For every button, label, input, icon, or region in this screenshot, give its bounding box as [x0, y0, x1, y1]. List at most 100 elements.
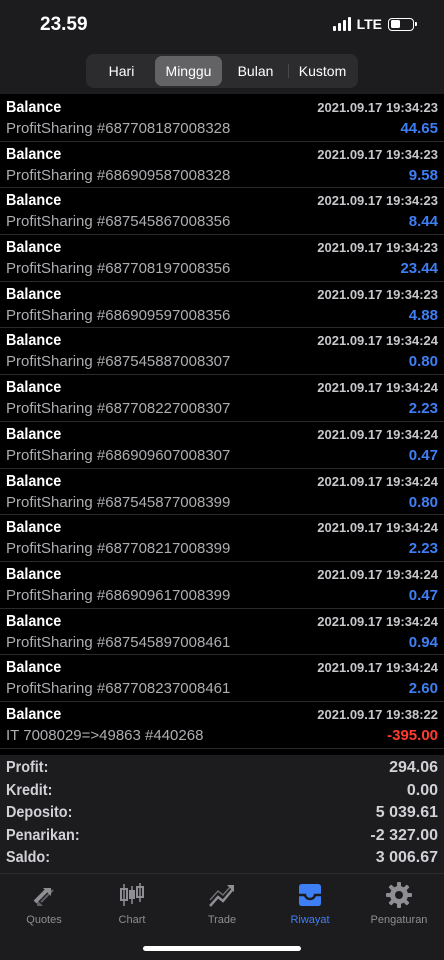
period-tab-hari[interactable]: Hari [88, 56, 155, 86]
transaction-row[interactable]: Balance 2021.09.17 19:34:23 ProfitSharing … [0, 282, 444, 329]
summary-value: 0.00 [406, 781, 438, 799]
transaction-date: 2021.09.17 19:34:24 [317, 660, 438, 676]
transaction-row[interactable]: Balance 2021.09.17 19:34:24 ProfitSharing … [0, 562, 444, 609]
transaction-comment: ProfitSharing #687545897008461 [6, 633, 231, 651]
transaction-comment: ProfitSharing #687545887008307 [6, 353, 231, 371]
transaction-list[interactable]: Balance 2021.09.17 19:34:23 ProfitSharing … [0, 95, 444, 749]
summary-label: Deposito: [6, 804, 73, 822]
transaction-date: 2021.09.17 19:38:22 [317, 706, 438, 722]
transaction-comment: ProfitSharing #686909617008399 [6, 586, 231, 604]
transaction-date: 2021.09.17 19:34:23 [317, 146, 438, 162]
status-time: 23.59 [40, 14, 88, 35]
summary-row: Deposito: 5 039.61 [0, 802, 444, 825]
transaction-row[interactable]: Balance 2021.09.17 19:38:22 IT 7008029=>49… [0, 702, 444, 749]
transaction-type: Balance [6, 332, 62, 350]
transaction-row[interactable]: Balance 2021.09.17 19:34:23 ProfitSharing … [0, 188, 444, 236]
transaction-date: 2021.09.17 19:34:24 [317, 613, 438, 629]
history-inbox-icon [299, 884, 321, 906]
summary-label: Penarikan: [6, 826, 80, 844]
transaction-date: 2021.09.17 19:34:24 [317, 380, 438, 396]
summary-label: Kredit: [6, 781, 53, 799]
transaction-type: Balance [6, 145, 62, 163]
period-tab-kustom[interactable]: Kustom [288, 56, 356, 86]
transaction-comment: ProfitSharing #687545867008356 [6, 213, 231, 231]
tab-riwayat[interactable]: Riwayat [266, 880, 354, 926]
signal-strength-icon [332, 17, 351, 31]
summary-row: Kredit: 0.00 [0, 780, 444, 803]
transaction-amount: 23.44 [400, 260, 438, 278]
transaction-amount: -395.00 [387, 726, 438, 744]
transaction-amount: 2.60 [408, 680, 438, 698]
transaction-date: 2021.09.17 19:34:24 [317, 520, 438, 536]
summary-row: Penarikan: -2 327.00 [0, 825, 444, 848]
account-summary: Profit: 294.06 Kredit: 0.00 Deposito: 5 039.6… [0, 755, 444, 873]
transaction-amount: 0.94 [408, 633, 438, 651]
transaction-comment: ProfitSharing #687708197008356 [6, 260, 231, 278]
tab-pengaturan[interactable]: Pengaturan [355, 880, 443, 926]
tab-chart[interactable]: Chart [88, 880, 176, 926]
summary-row: Saldo: 3 006.67 [0, 847, 444, 870]
transaction-type: Balance [6, 425, 62, 443]
transaction-comment: IT 7008029=>49863 #440268 [6, 726, 204, 744]
transaction-type: Balance [6, 239, 62, 257]
period-tab-minggu[interactable]: Minggu [155, 56, 222, 86]
summary-value: 3 006.67 [375, 849, 438, 867]
gear-icon [386, 882, 412, 908]
tab-trade[interactable]: Trade [178, 880, 266, 926]
tab-quotes[interactable]: Quotes [0, 880, 88, 926]
segment-divider [288, 64, 289, 78]
transaction-row[interactable]: Balance 2021.09.17 19:34:23 ProfitSharing … [0, 142, 444, 189]
transaction-comment: ProfitSharing #686909587008328 [6, 166, 231, 184]
transaction-comment: ProfitSharing #687708227008307 [6, 400, 231, 418]
transaction-row[interactable]: Balance 2021.09.17 19:34:24 ProfitSharing … [0, 609, 444, 656]
transaction-type: Balance [6, 285, 62, 303]
transaction-amount: 9.58 [408, 166, 438, 184]
transaction-type: Balance [6, 192, 62, 210]
transaction-type: Balance [6, 565, 62, 583]
transaction-row[interactable]: Balance 2021.09.17 19:34:24 ProfitSharing … [0, 375, 444, 422]
period-selector-bar: Hari Minggu Bulan Kustom [0, 52, 444, 94]
transaction-row[interactable]: Balance 2021.09.17 19:34:23 ProfitSharing … [0, 95, 444, 142]
transaction-row[interactable]: Balance 2021.09.17 19:34:24 ProfitSharing … [0, 655, 444, 702]
transaction-comment: ProfitSharing #687708187008328 [6, 120, 231, 137]
summary-label: Profit: [6, 759, 49, 776]
transaction-amount: 2.23 [408, 540, 438, 558]
transaction-type: Balance [6, 379, 62, 397]
network-type: LTE [356, 16, 382, 32]
transaction-type: Balance [6, 705, 62, 723]
transaction-date: 2021.09.17 19:34:23 [317, 100, 438, 115]
transaction-amount: 2.23 [408, 400, 438, 418]
transaction-row[interactable]: Balance 2021.09.17 19:34:24 ProfitSharing … [0, 469, 444, 516]
transaction-comment: ProfitSharing #687708217008399 [6, 540, 231, 558]
summary-value: -2 327.00 [370, 826, 438, 844]
transaction-amount: 0.80 [408, 353, 438, 371]
quotes-icon [33, 888, 54, 906]
transaction-amount: 0.80 [408, 493, 438, 511]
candlestick-chart-icon [120, 883, 144, 906]
transaction-comment: ProfitSharing #686909597008356 [6, 306, 231, 324]
period-tab-bulan[interactable]: Bulan [222, 56, 289, 86]
transaction-row[interactable]: Balance 2021.09.17 19:34:24 ProfitSharing … [0, 328, 444, 376]
summary-label: Saldo: [6, 849, 51, 867]
transaction-type: Balance [6, 519, 62, 537]
transaction-date: 2021.09.17 19:34:24 [317, 473, 438, 489]
status-bar: 23.59 LTE [0, 0, 444, 52]
transaction-date: 2021.09.17 19:34:24 [317, 566, 438, 582]
battery-icon [388, 17, 417, 31]
transaction-row[interactable]: Balance 2021.09.17 19:34:24 ProfitSharing … [0, 422, 444, 469]
period-segmented-control: Hari Minggu Bulan Kustom [86, 54, 358, 88]
status-indicators: LTE [332, 16, 417, 32]
transaction-amount: 8.44 [408, 213, 438, 231]
transaction-type: Balance [6, 612, 62, 630]
transaction-type: Balance [6, 472, 62, 490]
home-indicator[interactable] [143, 946, 301, 951]
transaction-date: 2021.09.17 19:34:23 [317, 240, 438, 256]
transaction-row[interactable]: Balance 2021.09.17 19:34:24 ProfitSharing … [0, 515, 444, 562]
transaction-date: 2021.09.17 19:34:24 [317, 333, 438, 349]
trade-trend-icon [209, 885, 234, 907]
transaction-amount: 44.65 [400, 120, 438, 137]
transaction-row[interactable]: Balance 2021.09.17 19:34:23 ProfitSharing … [0, 235, 444, 282]
transaction-comment: ProfitSharing #687708237008461 [6, 680, 231, 698]
transaction-amount: 4.88 [408, 306, 438, 324]
transaction-amount: 0.47 [408, 446, 438, 464]
